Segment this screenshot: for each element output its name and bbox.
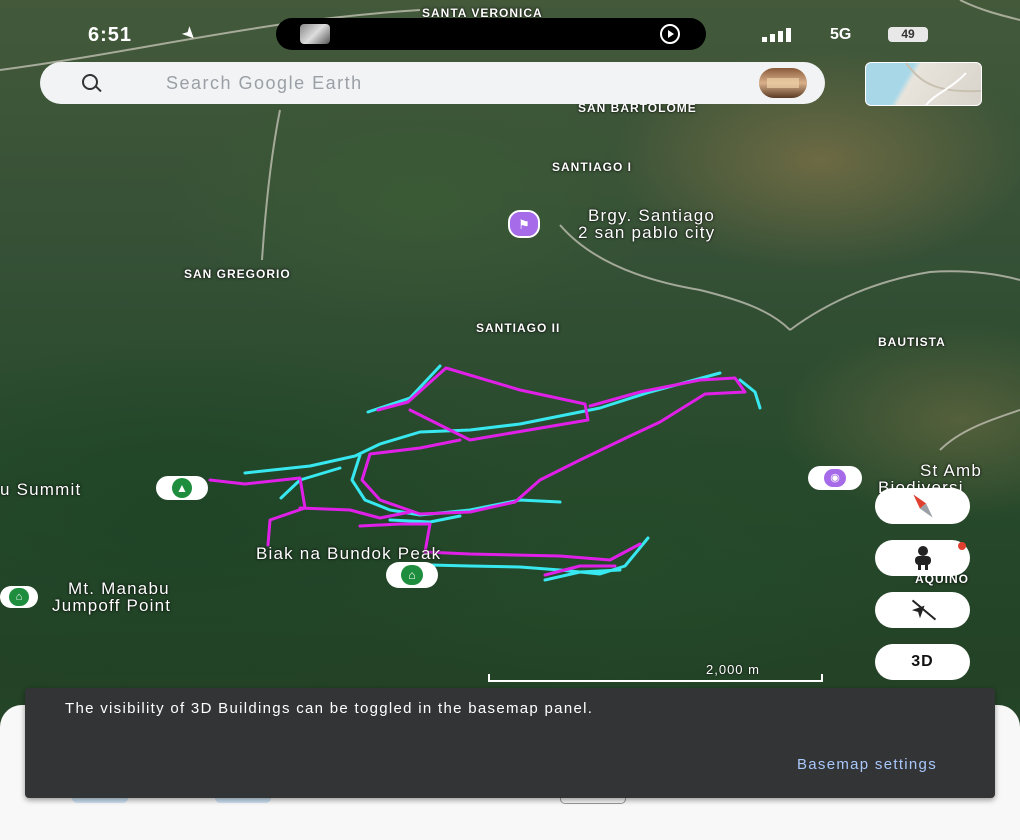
poi-trailhead-pin[interactable]: ⌂	[386, 562, 438, 588]
network-label: 5G	[830, 26, 852, 43]
dynamic-island[interactable]	[276, 18, 706, 50]
place-label[interactable]: SANTIAGO II	[476, 321, 560, 335]
notification-dot	[958, 542, 966, 550]
avatar[interactable]	[759, 68, 807, 98]
track-cyan	[279, 466, 342, 500]
hiker-icon: ⌂	[9, 588, 29, 606]
basemap-settings-button[interactable]: Basemap settings	[797, 756, 937, 773]
compass-button[interactable]: compass-icon	[875, 488, 970, 524]
tree-icon: ▲	[172, 478, 192, 498]
road	[261, 109, 281, 261]
map-thumbnail-icon	[905, 63, 981, 105]
track-cyan	[350, 453, 562, 517]
place-label[interactable]: BAUTISTA	[878, 335, 946, 349]
scale-label: 2,000 m	[706, 662, 760, 677]
road	[789, 270, 1020, 331]
view-3d-label: 3D	[911, 653, 934, 670]
poi-label[interactable]: 2 san pablo city	[578, 223, 715, 243]
media-thumbnail	[300, 24, 330, 44]
track-cyan	[243, 371, 722, 475]
status-time: 6:51	[88, 24, 133, 46]
search-bar[interactable]: Search Google Earth	[40, 62, 825, 104]
street-view-button[interactable]: pegman-icon	[875, 540, 970, 576]
search-icon	[82, 74, 102, 93]
snackbar-message: The visibility of 3D Buildings can be to…	[65, 700, 594, 717]
search-input[interactable]: Search Google Earth	[166, 73, 363, 94]
battery-icon: 49	[888, 27, 928, 42]
battery-level: 49	[901, 27, 915, 41]
building-icon: ⚑	[518, 216, 530, 232]
poi-government-pin[interactable]: ⚑	[508, 210, 540, 238]
poi-jumpoff-pin[interactable]: ⌂	[0, 586, 38, 608]
poi-photo-pin[interactable]: ◉	[808, 466, 862, 490]
poi-label[interactable]: Biak na Bundok Peak	[256, 544, 441, 564]
screen-record-icon	[660, 24, 680, 44]
track-cyan	[366, 364, 442, 414]
track-cyan	[738, 378, 762, 410]
location-arrow-icon: ➤	[177, 21, 202, 46]
road	[939, 409, 1020, 451]
poi-summit-pin[interactable]: ▲	[156, 476, 208, 500]
scale-bar	[488, 674, 823, 682]
status-bar: 6:51 ➤ 5G 49	[0, 18, 1020, 54]
basemap-thumbnail-button[interactable]	[865, 62, 982, 106]
my-location-button[interactable]: location-off-icon ➤	[875, 592, 970, 628]
track-cyan	[388, 514, 462, 524]
snackbar: The visibility of 3D Buildings can be to…	[25, 688, 995, 798]
poi-label[interactable]: Jumpoff Point	[52, 596, 171, 616]
camera-icon: ◉	[824, 469, 846, 487]
hiker-icon: ⌂	[401, 565, 423, 585]
road	[959, 0, 1020, 21]
place-label[interactable]: SANTIAGO I	[552, 160, 632, 174]
poi-label[interactable]: u Summit	[0, 480, 81, 500]
view-3d-button[interactable]: 3D	[875, 644, 970, 680]
signal-icon	[762, 28, 802, 42]
place-label[interactable]: SAN GREGORIO	[184, 267, 291, 281]
